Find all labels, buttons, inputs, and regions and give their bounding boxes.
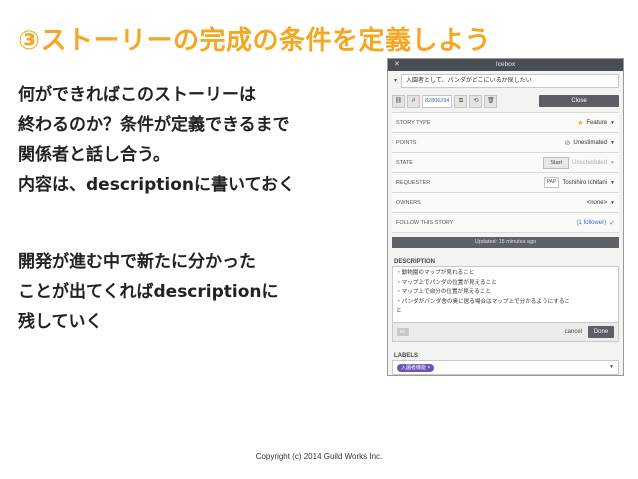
owners-label: OWNERS xyxy=(396,199,421,206)
paragraph-updates: 開発が進む中で新たに分かった ことが出てくればdescriptionに 残してい… xyxy=(18,247,279,337)
text-line: 開発が進む中で新たに分かった xyxy=(18,252,256,272)
points-label: POINTS xyxy=(396,139,417,146)
chevron-down-icon[interactable]: ▼ xyxy=(610,200,615,206)
text-line: 内容は、descriptionに書いておく xyxy=(18,175,295,195)
labels-field[interactable]: 入園者機能 × ▼ xyxy=(392,360,619,375)
link-icon[interactable]: ⛓ xyxy=(392,94,405,108)
id-icon[interactable]: # xyxy=(407,94,420,108)
row-owners[interactable]: OWNERS <none> ▼ xyxy=(392,193,619,213)
checkmark-icon[interactable]: ✓ xyxy=(609,219,615,227)
description-line: ・パンダがパンダ舎の奥に居る場合はマップ上で分かるようにするこ xyxy=(396,298,571,305)
panel-titlebar: ✕ Icebox xyxy=(388,59,623,71)
trash-icon[interactable]: 🗑 xyxy=(484,94,498,108)
chevron-down-icon[interactable]: ▼ xyxy=(609,364,614,370)
chevron-down-icon[interactable]: ▼ xyxy=(610,140,615,146)
description-line: ・マップ上で自分の位置が見えること xyxy=(396,289,491,295)
description-line: ・動物園のマップが見れること xyxy=(396,270,475,276)
text-line: 関係者と話し合う。 xyxy=(18,145,170,165)
paragraph-conditions: 何ができればこのストーリーは 終わるのか？条件が定義できるまで 関係者と話し合う… xyxy=(18,80,295,200)
story-toolbar: ⛓ # 82806294 ⧉ ⟲ 🗑 Close xyxy=(392,94,619,108)
label-tag[interactable]: 入園者機能 × xyxy=(397,363,435,372)
chevron-down-icon[interactable]: ▾ xyxy=(394,75,397,87)
text-line: ことが出てくればdescriptionに xyxy=(18,282,279,302)
close-icon[interactable]: ✕ xyxy=(394,59,400,71)
markdown-icon: M↓ xyxy=(397,328,409,336)
story-title-text: 入園者として、パンダがどこにいるか探したい xyxy=(406,78,532,84)
chevron-down-icon[interactable]: ▼ xyxy=(610,180,615,186)
copy-icon[interactable]: ⧉ xyxy=(454,94,468,108)
chevron-down-icon[interactable]: ▼ xyxy=(610,120,615,126)
owners-value: <none> xyxy=(586,199,608,206)
panel-window-title: Icebox xyxy=(495,61,516,68)
unestimated-icon: ⊘ xyxy=(564,139,571,147)
row-points[interactable]: POINTS ⊘ Unestimated ▼ xyxy=(392,133,619,153)
requester-value: Toshihiro Ichitani xyxy=(562,179,608,186)
chevron-down-icon[interactable]: ▼ xyxy=(610,160,615,166)
done-button[interactable]: Done xyxy=(588,326,614,338)
description-actions: M↓ cancel Done xyxy=(392,323,619,342)
row-story-type[interactable]: STORY TYPE ★ Feature ▼ xyxy=(392,113,619,133)
close-button[interactable]: Close xyxy=(539,95,619,107)
row-requester[interactable]: REQUESTER PAP Toshihiro Ichitani ▼ xyxy=(392,173,619,193)
description-line: ・マップ上でパンダの位置が見えること xyxy=(396,279,497,286)
follower-count-link[interactable]: (1 follower) xyxy=(576,220,606,226)
start-button[interactable]: Start xyxy=(543,156,570,169)
story-type-label: STORY TYPE xyxy=(396,119,431,126)
history-icon[interactable]: ⟲ xyxy=(469,94,483,108)
text-line: 終わるのか？条件が定義できるまで xyxy=(18,115,290,135)
story-type-value: Feature xyxy=(586,119,608,126)
story-title-field[interactable]: ▾ 入園者として、パンダがどこにいるか探したい xyxy=(394,74,619,88)
text-line: 残していく xyxy=(18,312,103,332)
description-textarea[interactable]: ・動物園のマップが見れること ・マップ上でパンダの位置が見えること ・マップ上で… xyxy=(392,266,619,323)
row-follow[interactable]: FOLLOW THIS STORY (1 follower) ✓ xyxy=(392,213,619,233)
requester-initials: PAP xyxy=(543,177,560,188)
story-fields: STORY TYPE ★ Feature ▼ POINTS ⊘ Unestima… xyxy=(392,112,619,233)
requester-label: REQUESTER xyxy=(396,179,431,186)
slide-title: ③ストーリーの完成の条件を定義しよう xyxy=(18,26,492,56)
story-panel-screenshot: ✕ Icebox ▾ 入園者として、パンダがどこにいるか探したい ⛓ # 828… xyxy=(387,58,624,376)
story-id[interactable]: 82806294 xyxy=(422,94,453,108)
updated-timestamp: Updated: 15 minutes ago xyxy=(392,237,619,248)
state-label: STATE xyxy=(396,159,413,166)
state-value: Unscheduled xyxy=(572,159,608,166)
follow-label: FOLLOW THIS STORY xyxy=(396,219,454,226)
labels-label: LABELS xyxy=(394,353,418,359)
text-line: 何ができればこのストーリーは xyxy=(18,85,256,105)
star-icon: ★ xyxy=(577,119,584,127)
cancel-button[interactable]: cancel xyxy=(565,329,582,335)
description-line: と xyxy=(396,308,402,314)
copyright-footer: Copyright (c) 2014 Guild Works Inc. xyxy=(255,452,383,461)
points-value: Unestimated xyxy=(573,139,608,146)
description-label: DESCRIPTION xyxy=(394,259,436,265)
row-state[interactable]: STATE Start Unscheduled ▼ xyxy=(392,153,619,173)
